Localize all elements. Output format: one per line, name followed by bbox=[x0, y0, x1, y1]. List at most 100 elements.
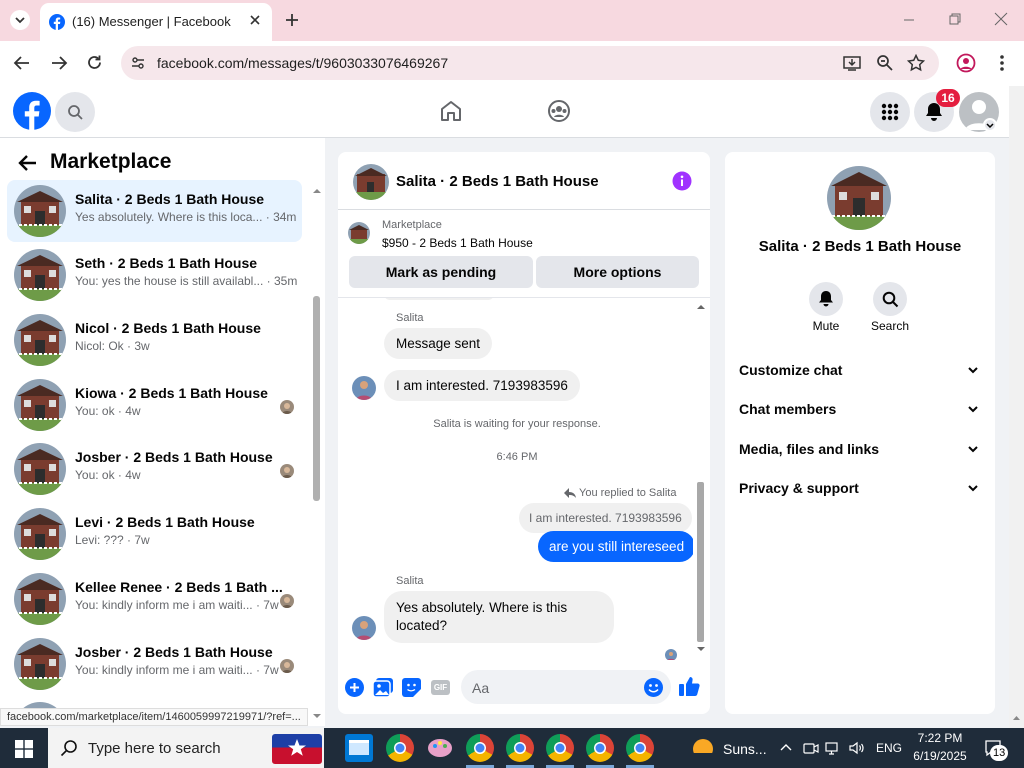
home-icon[interactable] bbox=[439, 99, 463, 123]
close-tab-icon[interactable] bbox=[248, 13, 262, 27]
customize-chat-section[interactable]: Customize chat bbox=[739, 362, 985, 386]
listing-thumbnail[interactable] bbox=[348, 222, 370, 244]
message-thread-scrollbar[interactable] bbox=[696, 300, 706, 656]
close-window-icon[interactable] bbox=[994, 12, 1008, 26]
mute-button[interactable] bbox=[809, 282, 843, 316]
conversation-item[interactable]: Nicol · 2 Beds 1 Bath House Nicol: Ok · 3… bbox=[7, 309, 302, 371]
listing-title[interactable]: $950 - 2 Beds 1 Bath House bbox=[382, 236, 533, 250]
language-indicator[interactable]: ENG bbox=[876, 741, 902, 755]
conversation-list-scrollbar[interactable] bbox=[312, 184, 322, 722]
windows-start-icon[interactable] bbox=[15, 740, 33, 758]
facebook-logo-icon[interactable] bbox=[13, 92, 51, 130]
weather-text[interactable]: Suns... bbox=[723, 741, 767, 757]
seen-receipt-avatar bbox=[665, 649, 677, 660]
chrome-profile-taskbar-icon[interactable] bbox=[506, 734, 534, 762]
facebook-search-button[interactable] bbox=[55, 92, 95, 132]
facebook-favicon-icon bbox=[49, 14, 65, 30]
conversation-preview: Nicol: Ok · 3w bbox=[75, 339, 150, 353]
chat-info-icon[interactable] bbox=[672, 171, 692, 191]
clock-date[interactable]: 6/19/2025 bbox=[906, 749, 974, 763]
search-icon bbox=[882, 291, 899, 308]
message-bubble[interactable]: Yes absolutely. Where is this located? bbox=[384, 591, 614, 643]
network-icon[interactable] bbox=[825, 740, 841, 756]
message-composer-input[interactable]: Aa bbox=[461, 670, 671, 704]
back-arrow-icon[interactable] bbox=[13, 55, 31, 71]
reload-icon[interactable] bbox=[86, 54, 103, 71]
sticker-icon[interactable] bbox=[402, 678, 421, 697]
message-thread: Salita Message sent I am interested. 719… bbox=[348, 298, 693, 660]
conversation-preview: Yes absolutely. Where is this loca... · … bbox=[75, 210, 297, 224]
emoji-icon[interactable] bbox=[644, 678, 663, 697]
taskbar-search-box[interactable]: Type here to search bbox=[48, 728, 324, 768]
chrome-profile-taskbar-icon[interactable] bbox=[586, 734, 614, 762]
conversation-item[interactable]: Josber · 2 Beds 1 Bath House You: kindly … bbox=[7, 633, 302, 695]
read-receipt-avatar bbox=[280, 464, 294, 478]
back-arrow-icon[interactable] bbox=[18, 154, 38, 172]
thumbs-up-icon[interactable] bbox=[679, 676, 700, 697]
meet-now-icon[interactable] bbox=[803, 740, 819, 756]
chrome-profile-taskbar-icon[interactable] bbox=[546, 734, 574, 762]
conversation-item[interactable]: Kiowa · 2 Beds 1 Bath House You: ok · 4w bbox=[7, 374, 302, 436]
conversation-avatar bbox=[14, 314, 66, 366]
conversation-item[interactable]: Seth · 2 Beds 1 Bath House You: yes the h… bbox=[7, 244, 302, 306]
file-explorer-taskbar-icon[interactable] bbox=[345, 734, 373, 762]
media-files-links-section[interactable]: Media, files and links bbox=[739, 441, 985, 465]
profile-icon[interactable] bbox=[956, 53, 976, 73]
sender-avatar[interactable] bbox=[352, 616, 376, 640]
profile-avatar[interactable] bbox=[827, 166, 891, 230]
system-tray-chevron-icon[interactable] bbox=[780, 742, 792, 754]
groups-icon[interactable] bbox=[547, 99, 571, 123]
mute-label: Mute bbox=[812, 319, 840, 333]
grid-icon bbox=[881, 103, 899, 121]
new-tab-icon[interactable] bbox=[284, 12, 300, 28]
minimize-window-icon[interactable] bbox=[902, 12, 916, 26]
message-bubble[interactable]: Message sent bbox=[384, 328, 493, 359]
chrome-profile-taskbar-icon[interactable] bbox=[466, 734, 494, 762]
browser-menu-icon[interactable] bbox=[992, 53, 1012, 73]
restore-window-icon[interactable] bbox=[948, 12, 962, 26]
read-receipt-avatar bbox=[280, 400, 294, 414]
tab-search-dropdown-icon[interactable] bbox=[9, 9, 31, 31]
chat-members-section[interactable]: Chat members bbox=[739, 401, 985, 425]
install-app-icon[interactable] bbox=[843, 54, 861, 72]
account-chevron-icon[interactable] bbox=[983, 118, 997, 132]
conversation-preview: You: ok · 4w bbox=[75, 404, 141, 418]
forward-arrow-icon[interactable] bbox=[50, 55, 68, 71]
conversation-item[interactable]: Kellee Renee · 2 Beds 1 Bath ... You: kin… bbox=[7, 568, 302, 630]
plus-icon[interactable] bbox=[345, 678, 364, 697]
volume-icon[interactable] bbox=[849, 740, 865, 756]
address-bar[interactable]: facebook.com/messages/t/9603033076469267 bbox=[121, 46, 939, 80]
browser-tab-messenger[interactable]: (16) Messenger | Facebook bbox=[40, 3, 272, 41]
gif-icon[interactable]: GIF bbox=[431, 680, 450, 695]
chrome-taskbar-icon[interactable] bbox=[386, 734, 414, 762]
page-scrollbar[interactable] bbox=[1009, 86, 1024, 728]
chevron-down-icon bbox=[967, 364, 979, 376]
privacy-support-section[interactable]: Privacy & support bbox=[739, 480, 985, 504]
notification-badge: 16 bbox=[936, 89, 960, 107]
message-bubble[interactable]: I am interested. 7193983596 bbox=[384, 370, 580, 401]
more-options-button[interactable]: More options bbox=[536, 256, 699, 288]
chat-avatar[interactable] bbox=[353, 164, 389, 200]
chat-title[interactable]: Salita · 2 Beds 1 Bath House bbox=[396, 173, 599, 190]
clock-time[interactable]: 7:22 PM bbox=[908, 731, 972, 745]
zoom-icon[interactable] bbox=[876, 54, 894, 72]
sender-avatar[interactable] bbox=[352, 376, 376, 400]
notification-count-badge: 13 bbox=[990, 745, 1009, 761]
conversation-avatar bbox=[14, 249, 66, 301]
conversation-item[interactable]: Levi · 2 Beds 1 Bath House Levi: ??? · 7w bbox=[7, 503, 302, 565]
conversation-item[interactable]: Josber · 2 Beds 1 Bath House You: ok · 4w bbox=[7, 438, 302, 500]
search-in-chat-button[interactable] bbox=[873, 282, 907, 316]
windows-taskbar: Type here to search Suns... ENG 7:22 PM … bbox=[0, 728, 1024, 768]
bookmark-star-icon[interactable] bbox=[907, 54, 925, 72]
paint-app-taskbar-icon[interactable] bbox=[426, 734, 454, 762]
conversation-item[interactable]: Salita · 2 Beds 1 Bath House Yes absolute… bbox=[7, 180, 302, 242]
site-info-icon[interactable] bbox=[130, 55, 146, 71]
menu-grid-button[interactable] bbox=[870, 92, 910, 132]
photo-icon[interactable] bbox=[373, 678, 393, 697]
outgoing-message-bubble[interactable]: are you still intereseed bbox=[538, 531, 693, 562]
quoted-message[interactable]: I am interested. 7193983596 bbox=[519, 503, 692, 533]
section-label: Chat members bbox=[739, 401, 837, 417]
weather-sun-icon[interactable] bbox=[691, 737, 715, 759]
chrome-profile-taskbar-icon[interactable] bbox=[626, 734, 654, 762]
mark-as-pending-button[interactable]: Mark as pending bbox=[349, 256, 533, 288]
